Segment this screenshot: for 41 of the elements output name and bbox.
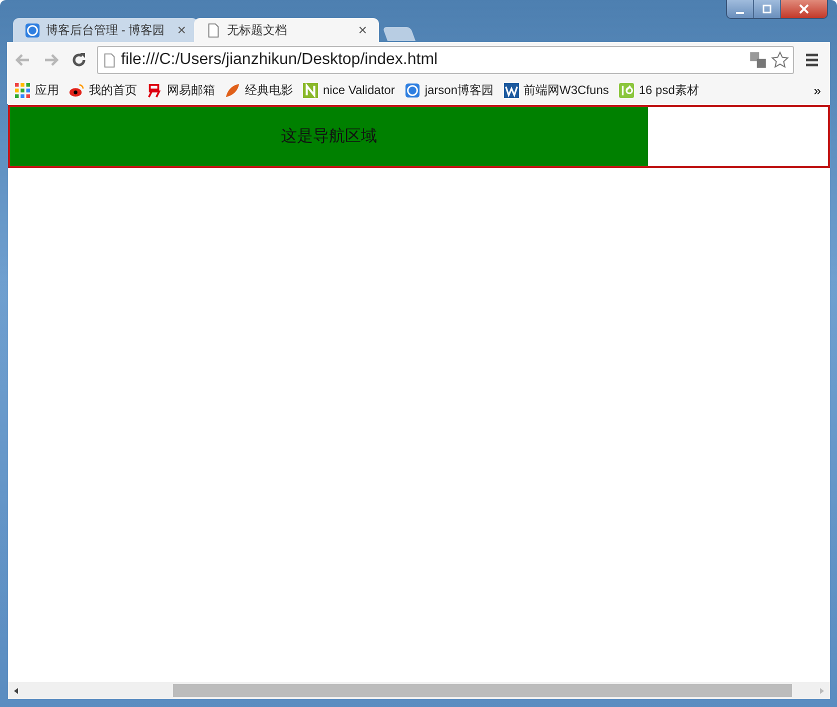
tab-close-button[interactable]: × bbox=[175, 22, 188, 38]
maximize-icon bbox=[762, 4, 772, 14]
menu-icon[interactable] bbox=[804, 52, 820, 68]
bookmark-item[interactable]: 前端网W3Cfuns bbox=[504, 82, 609, 98]
more-bookmarks-button[interactable]: » bbox=[808, 82, 827, 98]
glyph-logo-icon bbox=[147, 82, 162, 98]
document-icon bbox=[206, 22, 221, 38]
close-button[interactable] bbox=[781, 0, 827, 18]
browser-tab[interactable]: 博客后台管理 - 博客园 × bbox=[13, 18, 198, 42]
new-tab-button[interactable] bbox=[382, 27, 416, 41]
leaf-icon bbox=[225, 82, 240, 98]
navigation-text: 这是导航区域 bbox=[281, 126, 378, 147]
bookmark-item[interactable]: jarson博客园 bbox=[404, 82, 494, 98]
eye-logo-icon bbox=[69, 82, 84, 98]
scrollbar-thumb[interactable] bbox=[172, 684, 792, 697]
star-icon[interactable] bbox=[771, 51, 789, 69]
browser-tab[interactable]: 无标题文档 × bbox=[194, 18, 379, 42]
bookmark-item[interactable]: nice Validator bbox=[303, 82, 395, 98]
minimize-button[interactable] bbox=[727, 0, 754, 18]
maximize-button[interactable] bbox=[754, 0, 781, 18]
scroll-left-icon[interactable] bbox=[12, 686, 20, 694]
minimize-icon bbox=[736, 12, 744, 14]
tab-title: 博客后台管理 - 博客园 bbox=[46, 22, 166, 38]
letter-logo-icon bbox=[303, 82, 318, 98]
translate-icon[interactable] bbox=[749, 51, 767, 69]
tab-close-button[interactable]: × bbox=[356, 22, 369, 38]
document-icon bbox=[102, 52, 117, 68]
tab-title: 无标题文档 bbox=[227, 22, 288, 38]
bookmark-item[interactable]: 经典电影 bbox=[225, 82, 293, 98]
bookmark-item[interactable]: 16 psd素材 bbox=[618, 82, 699, 98]
letter-logo-icon bbox=[504, 82, 519, 98]
site-logo-icon bbox=[25, 22, 40, 38]
close-icon bbox=[799, 4, 809, 14]
number-logo-icon bbox=[618, 82, 634, 98]
bookmark-item[interactable]: 我的首页 bbox=[69, 82, 137, 98]
bookmark-item[interactable]: 应用 bbox=[15, 82, 59, 98]
horizontal-scrollbar[interactable] bbox=[8, 682, 830, 699]
site-logo-icon bbox=[404, 82, 420, 98]
bookmark-item[interactable]: 网易邮箱 bbox=[147, 82, 215, 98]
grid-icon bbox=[15, 82, 30, 98]
address-bar[interactable]: file:///C:/Users/jianzhikun/Desktop/index.html bbox=[97, 46, 794, 74]
